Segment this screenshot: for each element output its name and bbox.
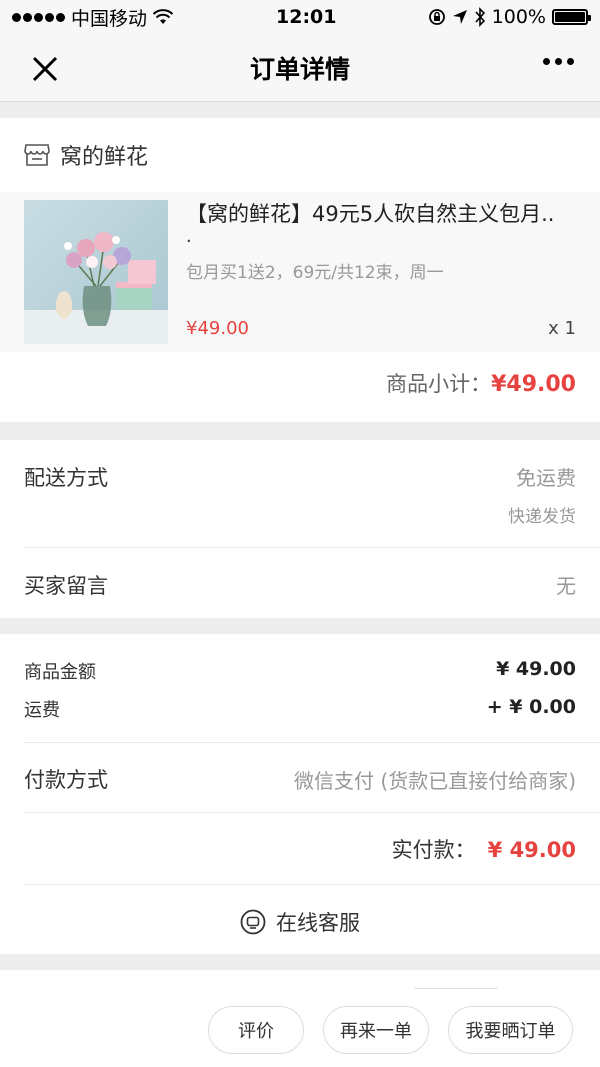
goods-amount-value: ¥ 49.00 [496,658,576,680]
divider [24,812,600,813]
shop-card: 窝的鲜花 【窝的鲜花】49元5人砍自然主义包月.. . 包月买1送2，69元/共… [0,118,600,422]
product-title: 【窝的鲜花】49元5人砍自然主义包月.. [186,202,555,226]
delivery-card: 配送方式 免运费 快递发货 买家留言 无 [0,440,600,618]
online-service-label: 在线客服 [276,911,360,935]
subtotal: 商品小计：¥49.00 [386,368,576,398]
divider [414,988,498,989]
product-item[interactable]: 【窝的鲜花】49元5人砍自然主义包月.. . 包月买1送2，69元/共12束，周… [0,192,600,470]
amount-paid-value: ¥ 49.00 [487,838,576,862]
rotation-lock-icon [428,9,445,25]
buyer-note-value: 无 [556,574,576,598]
payment-method-value: 微信支付 (货款已直接付给商家) [294,769,576,793]
buyer-note-label: 买家留言 [24,574,108,598]
more-icon[interactable] [543,58,574,65]
signal-icon [12,12,65,22]
status-left: 中国移动 [12,4,174,31]
shop-name: 窝的鲜花 [60,145,149,170]
product-quantity: x 1 [548,318,576,339]
clock: 12:01 [276,6,337,28]
product-price: ¥49.00 [186,318,249,339]
nav-bar: 订单详情 [0,34,600,102]
shop-header[interactable]: 窝的鲜花 [0,118,600,192]
product-title-tail: . [186,226,192,247]
freight-value: + ¥ 0.00 [486,696,576,718]
delivery-method-label: 配送方式 [24,466,108,490]
wifi-icon [153,9,174,24]
divider [24,884,600,885]
carrier-label: 中国移动 [71,7,148,30]
freight-label: 运费 [24,700,60,721]
battery-percent: 100% [491,6,546,28]
bluetooth-icon [475,7,485,27]
battery-icon [552,9,591,25]
store-icon [24,144,50,166]
review-button[interactable]: 评价 [208,1006,304,1054]
divider [24,547,600,548]
payment-method-label: 付款方式 [24,768,108,792]
delivery-method-value: 免运费 [516,466,576,490]
product-sku: 包月买1送2，69元/共12束，周一 [186,263,444,283]
close-icon[interactable] [28,52,62,86]
payment-summary-card: 商品金额 ¥ 49.00 运费 + ¥ 0.00 付款方式 微信支付 (货款已直… [0,634,600,954]
product-image [24,200,168,344]
product-row[interactable]: 【窝的鲜花】49元5人砍自然主义包月.. . 包月买1送2，69元/共12束，周… [0,192,600,352]
amount-paid: 实付款： ¥ 49.00 [392,834,576,864]
goods-amount-label: 商品金额 [24,662,96,683]
page-title: 订单详情 [249,54,350,84]
amount-paid-label: 实付款： [391,838,476,862]
subtotal-label: 商品小计： [386,372,492,396]
status-right: 100% [428,6,591,28]
location-icon [452,10,467,24]
reorder-button[interactable]: 再来一单 [323,1006,429,1054]
online-service-button[interactable]: 在线客服 [0,890,600,954]
share-order-button[interactable]: 我要晒订单 [448,1006,573,1054]
status-bar: 中国移动 12:01 100% [0,0,600,34]
divider [24,742,600,743]
chat-icon [240,909,266,935]
action-bar: 评价 再来一单 我要晒订单 [0,970,600,1067]
delivery-method-sub: 快递发货 [508,507,576,527]
subtotal-value: ¥49.00 [491,372,576,397]
